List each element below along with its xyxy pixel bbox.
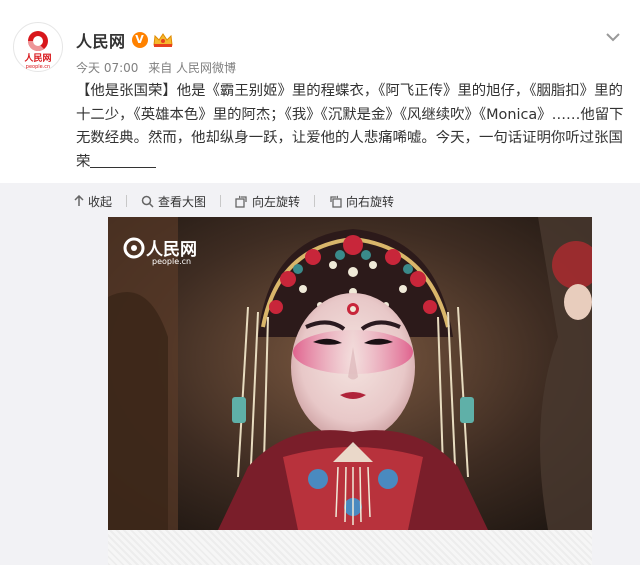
view-large-button[interactable]: 查看大图 [141,193,206,210]
rotate-left-icon [235,195,247,208]
rotate-right-button[interactable]: 向右旋转 [329,193,394,210]
verified-badge[interactable]: V [131,32,148,48]
post-image[interactable]: 人民网 people.cn [108,217,592,565]
post-time[interactable]: 今天 07:00 [76,61,138,75]
view-large-label: 查看大图 [158,194,207,209]
media-toolbar: 收起 查看大图 向左旋转 向右旋转 [74,192,408,210]
crown-badge-icon[interactable] [152,32,174,48]
more-options-button[interactable] [604,28,622,42]
author-line: 人民网 V [76,28,174,52]
toolbar-divider [126,195,128,207]
rotate-left-button[interactable]: 向左旋转 [235,193,300,210]
image-loading-strip [108,530,592,565]
collapse-arrow-icon [74,195,84,206]
watermark-sub: people.cn [152,257,192,266]
zoom-icon [141,195,154,208]
watermark-logo-icon [123,237,145,258]
author-name[interactable]: 人民网 [76,28,126,52]
post-topic-tag[interactable]: 【他是张国荣】 [76,83,177,99]
rotate-right-label: 向右旋转 [346,194,395,209]
rotate-left-label: 向左旋转 [252,194,301,209]
avatar-logo-sub: people.cn [26,64,50,70]
post-source[interactable]: 来自 人民网微博 [148,61,236,75]
more-arrow-icon [606,33,620,42]
toolbar-divider [314,195,316,207]
people-daily-logo-icon: 人民网 people.cn [23,31,52,70]
toolbar-divider [220,195,222,207]
author-avatar[interactable]: 人民网 people.cn [13,22,63,72]
collapse-button[interactable]: 收起 [74,193,112,210]
photo-watermark: 人民网 people.cn [122,235,197,266]
avatar-logo-text: 人民网 [23,52,51,64]
rotate-right-icon [330,195,342,208]
fill-in-blank [90,153,157,168]
post-content: 【他是张国荣】他是《霸王别姬》里的程蝶衣，《阿飞正传》里的旭仔，《胭脂扣》里的十… [76,80,636,174]
post-meta: 今天 07:00 来自 人民网微博 [76,59,242,76]
collapse-label: 收起 [88,194,113,209]
weibo-post: 人民网 people.cn 人民网 V 今天 07:00 来自 人民网微博 【他… [0,0,640,183]
